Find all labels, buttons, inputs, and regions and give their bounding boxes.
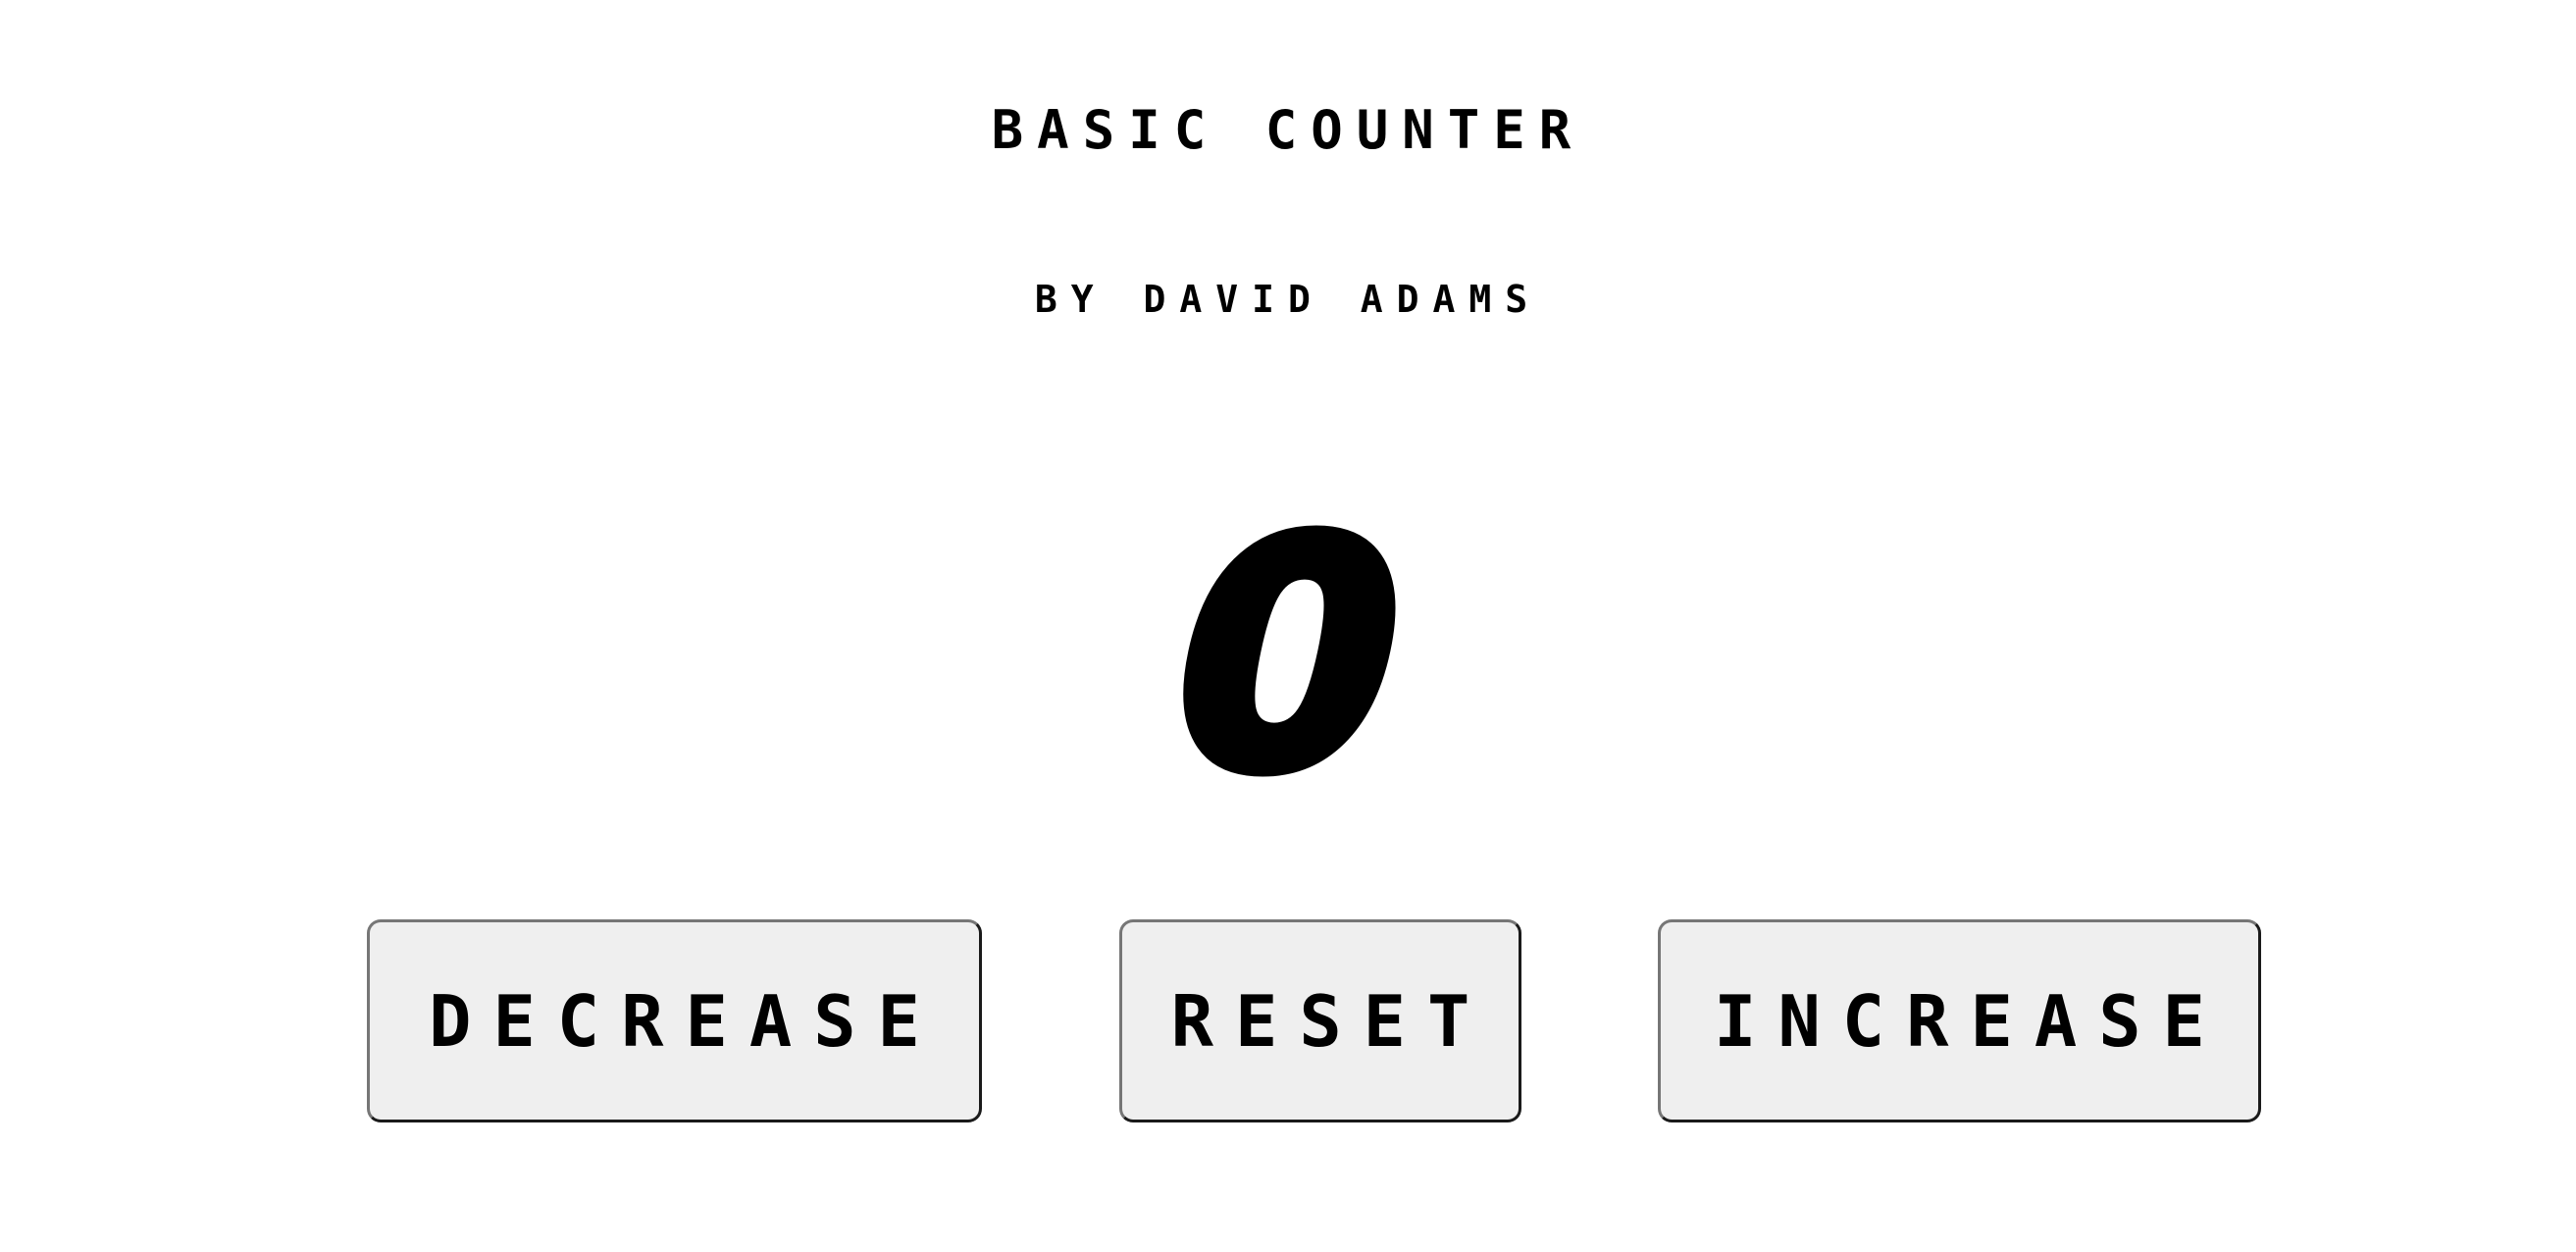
reset-button[interactable]: RESET — [1119, 919, 1521, 1122]
author-subtitle: BY DAVID ADAMS — [1034, 278, 1542, 321]
decrease-button[interactable]: DECREASE — [367, 919, 982, 1122]
increase-button[interactable]: INCREASE — [1658, 919, 2261, 1122]
counter-value: 0 — [1133, 468, 1443, 847]
page-title: BASIC COUNTER — [991, 99, 1585, 161]
